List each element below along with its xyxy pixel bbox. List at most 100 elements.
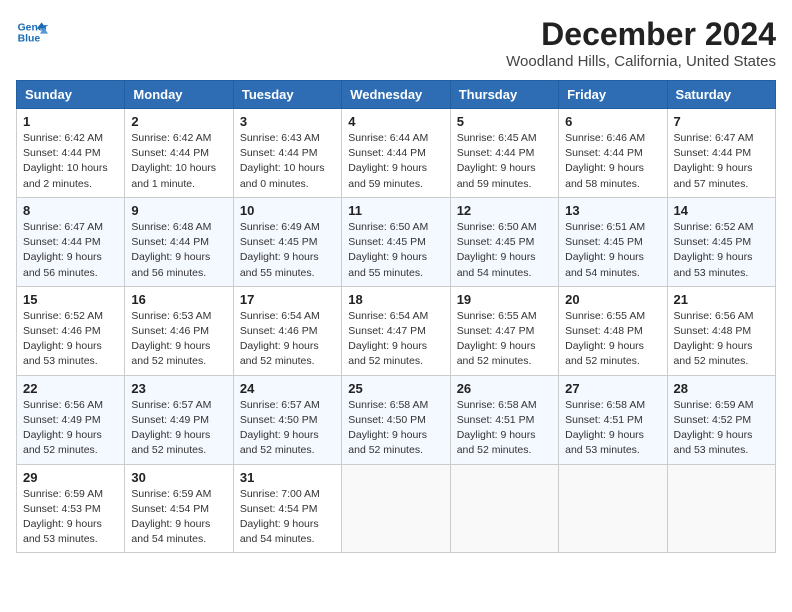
day-detail: Sunrise: 6:56 AM Sunset: 4:48 PM Dayligh… [674, 309, 769, 370]
table-row: 3 Sunrise: 6:43 AM Sunset: 4:44 PM Dayli… [233, 109, 341, 198]
table-row: 22 Sunrise: 6:56 AM Sunset: 4:49 PM Dayl… [17, 375, 125, 464]
day-detail: Sunrise: 6:57 AM Sunset: 4:50 PM Dayligh… [240, 398, 335, 459]
table-row: 13 Sunrise: 6:51 AM Sunset: 4:45 PM Dayl… [559, 197, 667, 286]
svg-text:Blue: Blue [18, 34, 41, 45]
day-number: 25 [348, 381, 443, 396]
day-detail: Sunrise: 7:00 AM Sunset: 4:54 PM Dayligh… [240, 487, 335, 548]
day-detail: Sunrise: 6:56 AM Sunset: 4:49 PM Dayligh… [23, 398, 118, 459]
day-number: 12 [457, 203, 552, 218]
table-row: 15 Sunrise: 6:52 AM Sunset: 4:46 PM Dayl… [17, 286, 125, 375]
day-detail: Sunrise: 6:50 AM Sunset: 4:45 PM Dayligh… [457, 220, 552, 281]
table-row: 4 Sunrise: 6:44 AM Sunset: 4:44 PM Dayli… [342, 109, 450, 198]
day-detail: Sunrise: 6:52 AM Sunset: 4:45 PM Dayligh… [674, 220, 769, 281]
day-detail: Sunrise: 6:42 AM Sunset: 4:44 PM Dayligh… [131, 131, 226, 192]
day-number: 7 [674, 114, 769, 129]
day-detail: Sunrise: 6:42 AM Sunset: 4:44 PM Dayligh… [23, 131, 118, 192]
table-row [342, 464, 450, 553]
day-number: 3 [240, 114, 335, 129]
day-detail: Sunrise: 6:45 AM Sunset: 4:44 PM Dayligh… [457, 131, 552, 192]
table-row: 25 Sunrise: 6:58 AM Sunset: 4:50 PM Dayl… [342, 375, 450, 464]
col-thursday: Thursday [450, 81, 558, 109]
day-number: 18 [348, 292, 443, 307]
table-row: 16 Sunrise: 6:53 AM Sunset: 4:46 PM Dayl… [125, 286, 233, 375]
calendar-week-row: 1 Sunrise: 6:42 AM Sunset: 4:44 PM Dayli… [17, 109, 776, 198]
day-detail: Sunrise: 6:58 AM Sunset: 4:50 PM Dayligh… [348, 398, 443, 459]
day-detail: Sunrise: 6:49 AM Sunset: 4:45 PM Dayligh… [240, 220, 335, 281]
calendar-table: Sunday Monday Tuesday Wednesday Thursday… [16, 80, 776, 553]
table-row: 26 Sunrise: 6:58 AM Sunset: 4:51 PM Dayl… [450, 375, 558, 464]
col-wednesday: Wednesday [342, 81, 450, 109]
col-friday: Friday [559, 81, 667, 109]
day-number: 15 [23, 292, 118, 307]
day-number: 29 [23, 470, 118, 485]
day-number: 17 [240, 292, 335, 307]
day-number: 27 [565, 381, 660, 396]
day-number: 22 [23, 381, 118, 396]
table-row [450, 464, 558, 553]
day-detail: Sunrise: 6:47 AM Sunset: 4:44 PM Dayligh… [23, 220, 118, 281]
day-detail: Sunrise: 6:44 AM Sunset: 4:44 PM Dayligh… [348, 131, 443, 192]
table-row: 18 Sunrise: 6:54 AM Sunset: 4:47 PM Dayl… [342, 286, 450, 375]
day-detail: Sunrise: 6:53 AM Sunset: 4:46 PM Dayligh… [131, 309, 226, 370]
day-number: 28 [674, 381, 769, 396]
table-row: 28 Sunrise: 6:59 AM Sunset: 4:52 PM Dayl… [667, 375, 775, 464]
table-row: 6 Sunrise: 6:46 AM Sunset: 4:44 PM Dayli… [559, 109, 667, 198]
day-number: 14 [674, 203, 769, 218]
table-row: 23 Sunrise: 6:57 AM Sunset: 4:49 PM Dayl… [125, 375, 233, 464]
table-row: 7 Sunrise: 6:47 AM Sunset: 4:44 PM Dayli… [667, 109, 775, 198]
table-row: 10 Sunrise: 6:49 AM Sunset: 4:45 PM Dayl… [233, 197, 341, 286]
page-title: December 2024 [506, 16, 776, 53]
table-row: 11 Sunrise: 6:50 AM Sunset: 4:45 PM Dayl… [342, 197, 450, 286]
table-row: 24 Sunrise: 6:57 AM Sunset: 4:50 PM Dayl… [233, 375, 341, 464]
day-number: 2 [131, 114, 226, 129]
day-number: 8 [23, 203, 118, 218]
day-detail: Sunrise: 6:43 AM Sunset: 4:44 PM Dayligh… [240, 131, 335, 192]
table-row: 19 Sunrise: 6:55 AM Sunset: 4:47 PM Dayl… [450, 286, 558, 375]
day-number: 30 [131, 470, 226, 485]
logo-icon: General Blue [16, 16, 48, 48]
day-number: 9 [131, 203, 226, 218]
table-row: 21 Sunrise: 6:56 AM Sunset: 4:48 PM Dayl… [667, 286, 775, 375]
day-number: 26 [457, 381, 552, 396]
col-saturday: Saturday [667, 81, 775, 109]
day-detail: Sunrise: 6:55 AM Sunset: 4:48 PM Dayligh… [565, 309, 660, 370]
table-row: 20 Sunrise: 6:55 AM Sunset: 4:48 PM Dayl… [559, 286, 667, 375]
logo: General Blue [16, 16, 48, 48]
table-row: 17 Sunrise: 6:54 AM Sunset: 4:46 PM Dayl… [233, 286, 341, 375]
day-number: 6 [565, 114, 660, 129]
calendar-week-row: 8 Sunrise: 6:47 AM Sunset: 4:44 PM Dayli… [17, 197, 776, 286]
table-row: 31 Sunrise: 7:00 AM Sunset: 4:54 PM Dayl… [233, 464, 341, 553]
day-detail: Sunrise: 6:52 AM Sunset: 4:46 PM Dayligh… [23, 309, 118, 370]
calendar-week-row: 29 Sunrise: 6:59 AM Sunset: 4:53 PM Dayl… [17, 464, 776, 553]
day-detail: Sunrise: 6:59 AM Sunset: 4:52 PM Dayligh… [674, 398, 769, 459]
table-row [667, 464, 775, 553]
day-number: 4 [348, 114, 443, 129]
day-detail: Sunrise: 6:48 AM Sunset: 4:44 PM Dayligh… [131, 220, 226, 281]
table-row [559, 464, 667, 553]
table-row: 14 Sunrise: 6:52 AM Sunset: 4:45 PM Dayl… [667, 197, 775, 286]
day-detail: Sunrise: 6:46 AM Sunset: 4:44 PM Dayligh… [565, 131, 660, 192]
col-sunday: Sunday [17, 81, 125, 109]
day-number: 13 [565, 203, 660, 218]
day-detail: Sunrise: 6:54 AM Sunset: 4:47 PM Dayligh… [348, 309, 443, 370]
day-detail: Sunrise: 6:47 AM Sunset: 4:44 PM Dayligh… [674, 131, 769, 192]
day-number: 21 [674, 292, 769, 307]
col-tuesday: Tuesday [233, 81, 341, 109]
day-detail: Sunrise: 6:58 AM Sunset: 4:51 PM Dayligh… [457, 398, 552, 459]
table-row: 2 Sunrise: 6:42 AM Sunset: 4:44 PM Dayli… [125, 109, 233, 198]
table-row: 9 Sunrise: 6:48 AM Sunset: 4:44 PM Dayli… [125, 197, 233, 286]
day-detail: Sunrise: 6:54 AM Sunset: 4:46 PM Dayligh… [240, 309, 335, 370]
table-row: 29 Sunrise: 6:59 AM Sunset: 4:53 PM Dayl… [17, 464, 125, 553]
calendar-week-row: 15 Sunrise: 6:52 AM Sunset: 4:46 PM Dayl… [17, 286, 776, 375]
table-row: 1 Sunrise: 6:42 AM Sunset: 4:44 PM Dayli… [17, 109, 125, 198]
table-row: 8 Sunrise: 6:47 AM Sunset: 4:44 PM Dayli… [17, 197, 125, 286]
page-header: General Blue December 2024 Woodland Hill… [16, 16, 776, 70]
day-detail: Sunrise: 6:58 AM Sunset: 4:51 PM Dayligh… [565, 398, 660, 459]
day-detail: Sunrise: 6:55 AM Sunset: 4:47 PM Dayligh… [457, 309, 552, 370]
day-number: 1 [23, 114, 118, 129]
day-detail: Sunrise: 6:50 AM Sunset: 4:45 PM Dayligh… [348, 220, 443, 281]
col-monday: Monday [125, 81, 233, 109]
day-detail: Sunrise: 6:57 AM Sunset: 4:49 PM Dayligh… [131, 398, 226, 459]
day-number: 5 [457, 114, 552, 129]
table-row: 30 Sunrise: 6:59 AM Sunset: 4:54 PM Dayl… [125, 464, 233, 553]
